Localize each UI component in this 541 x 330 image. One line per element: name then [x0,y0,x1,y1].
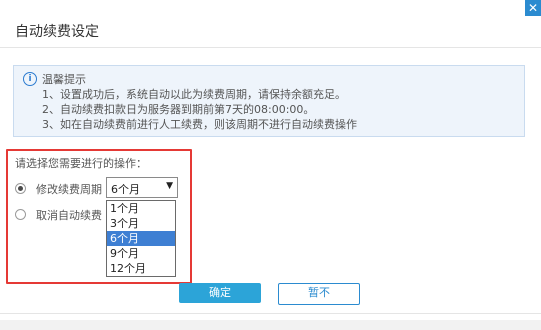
dropdown-option-9-months[interactable]: 9个月 [107,246,175,261]
dialog-title: 自动续费设定 [15,24,99,40]
tips-box: i 温馨提示 1、设置成功后，系统自动以此为续费周期，请保持余额充足。 2、自动… [13,65,525,137]
dropdown-arrow-icon: ▼ [166,181,173,191]
renew-period-dropdown-list: 1个月 3个月 6个月 9个月 12个月 [106,200,176,277]
dropdown-option-3-months[interactable]: 3个月 [107,216,175,231]
radio-modify-period[interactable] [15,183,26,194]
tips-line-3: 3、如在自动续费前进行人工续费，则该周期不进行自动续费操作 [42,118,357,131]
dropdown-option-12-months[interactable]: 12个月 [107,261,175,276]
operation-prompt: 请选择您需要进行的操作： [15,157,147,170]
dropdown-option-1-month[interactable]: 1个月 [107,201,175,216]
footer-divider [0,313,541,314]
close-icon[interactable]: ✕ [525,0,541,16]
info-icon: i [23,72,37,86]
option-label-modify-period: 修改续费周期 [36,183,102,196]
tips-line-2: 2、自动续费扣款日为服务器到期前第7天的08:00:00。 [42,103,315,116]
renew-period-select[interactable]: 6个月 ▼ [106,177,178,198]
bottom-bar [0,320,541,330]
tips-title: 温馨提示 [42,73,86,86]
auto-renew-dialog: 自动续费设定 ✕ i 温馨提示 1、设置成功后，系统自动以此为续费周期，请保持余… [0,0,541,330]
tips-line-1: 1、设置成功后，系统自动以此为续费周期，请保持余额充足。 [42,88,346,101]
dropdown-option-6-months[interactable]: 6个月 [107,231,175,246]
option-label-cancel-auto-renew: 取消自动续费 [36,209,102,222]
radio-cancel-auto-renew[interactable] [15,209,26,220]
header-divider [0,47,541,48]
confirm-button[interactable]: 确定 [179,283,261,303]
not-now-button[interactable]: 暂不 [278,283,360,305]
renew-period-selected-value: 6个月 [111,183,140,196]
